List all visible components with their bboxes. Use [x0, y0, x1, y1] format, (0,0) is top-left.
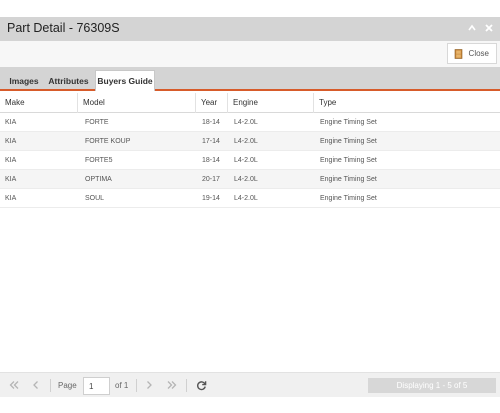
cell-type: Engine Timing Set: [320, 157, 377, 164]
cell-model: SOUL: [85, 195, 105, 202]
cell-model: FORTE KOUP: [85, 138, 131, 145]
tab-buyers-guide[interactable]: Buyers Guide: [95, 70, 155, 91]
page-number-input[interactable]: [83, 377, 110, 395]
page-label: Page: [58, 381, 77, 390]
cell-make: KIA: [5, 176, 17, 183]
cell-make: KIA: [5, 157, 17, 164]
cell-engine: L4-2.0L: [234, 157, 258, 164]
cell-year: 18-14: [202, 119, 220, 126]
window-titlebar: Part Detail - 76309S: [0, 17, 500, 41]
close-icon[interactable]: [484, 23, 494, 33]
cell-make: KIA: [5, 138, 17, 145]
collapse-icon[interactable]: [467, 23, 477, 33]
cell-type: Engine Timing Set: [320, 138, 377, 145]
page-count-label: of 1: [115, 381, 129, 390]
separator: [186, 379, 187, 392]
cell-year: 20-17: [202, 176, 220, 183]
grid-header: Make Model Year Engine Type: [0, 93, 500, 113]
last-page-icon[interactable]: [166, 379, 178, 391]
next-page-icon[interactable]: [143, 379, 155, 391]
cell-model: FORTE5: [85, 157, 113, 164]
cell-type: Engine Timing Set: [320, 119, 377, 126]
display-info: Displaying 1 - 5 of 5: [368, 378, 496, 393]
table-row[interactable]: KIA OPTIMA 20-17 L4-2.0L Engine Timing S…: [0, 170, 500, 189]
cell-engine: L4-2.0L: [234, 176, 258, 183]
table-row[interactable]: KIA SOUL 19-14 L4-2.0L Engine Timing Set: [0, 189, 500, 208]
cell-year: 18-14: [202, 157, 220, 164]
close-button-label: Close: [468, 49, 489, 58]
cell-year: 17-14: [202, 138, 220, 145]
prev-page-icon[interactable]: [30, 379, 42, 391]
column-header-model[interactable]: Model: [78, 93, 196, 113]
close-door-icon: [454, 48, 463, 59]
column-header-make[interactable]: Make: [0, 93, 78, 113]
separator: [136, 379, 137, 392]
cell-type: Engine Timing Set: [320, 195, 377, 202]
column-header-type[interactable]: Type: [314, 93, 500, 113]
cell-make: KIA: [5, 119, 17, 126]
table-row[interactable]: KIA FORTE KOUP 17-14 L4-2.0L Engine Timi…: [0, 132, 500, 151]
cell-engine: L4-2.0L: [234, 119, 258, 126]
column-header-engine[interactable]: Engine: [228, 93, 314, 113]
window-tools: [467, 23, 494, 33]
paging-toolbar: Page of 1 Displaying 1 - 5 of 5: [0, 372, 500, 397]
grid-body: KIA FORTE 18-14 L4-2.0L Engine Timing Se…: [0, 113, 500, 208]
tab-images[interactable]: Images: [3, 71, 45, 91]
refresh-icon[interactable]: [195, 379, 207, 391]
first-page-icon[interactable]: [8, 379, 20, 391]
tab-bar: Images Attributes Buyers Guide: [0, 67, 500, 91]
cell-engine: L4-2.0L: [234, 195, 258, 202]
tab-attributes[interactable]: Attributes: [45, 71, 92, 91]
cell-type: Engine Timing Set: [320, 176, 377, 183]
detail-toolbar: Close: [0, 41, 500, 67]
cell-model: FORTE: [85, 119, 109, 126]
cell-engine: L4-2.0L: [234, 138, 258, 145]
separator: [50, 379, 51, 392]
buyers-guide-grid: Make Model Year Engine Type KIA FORTE 18…: [0, 93, 500, 208]
cell-model: OPTIMA: [85, 176, 112, 183]
close-button[interactable]: Close: [446, 43, 497, 64]
table-row[interactable]: KIA FORTE 18-14 L4-2.0L Engine Timing Se…: [0, 113, 500, 132]
window-title: Part Detail - 76309S: [7, 21, 120, 35]
cell-year: 19-14: [202, 195, 220, 202]
column-header-year[interactable]: Year: [196, 93, 228, 113]
table-row[interactable]: KIA FORTE5 18-14 L4-2.0L Engine Timing S…: [0, 151, 500, 170]
cell-make: KIA: [5, 195, 17, 202]
